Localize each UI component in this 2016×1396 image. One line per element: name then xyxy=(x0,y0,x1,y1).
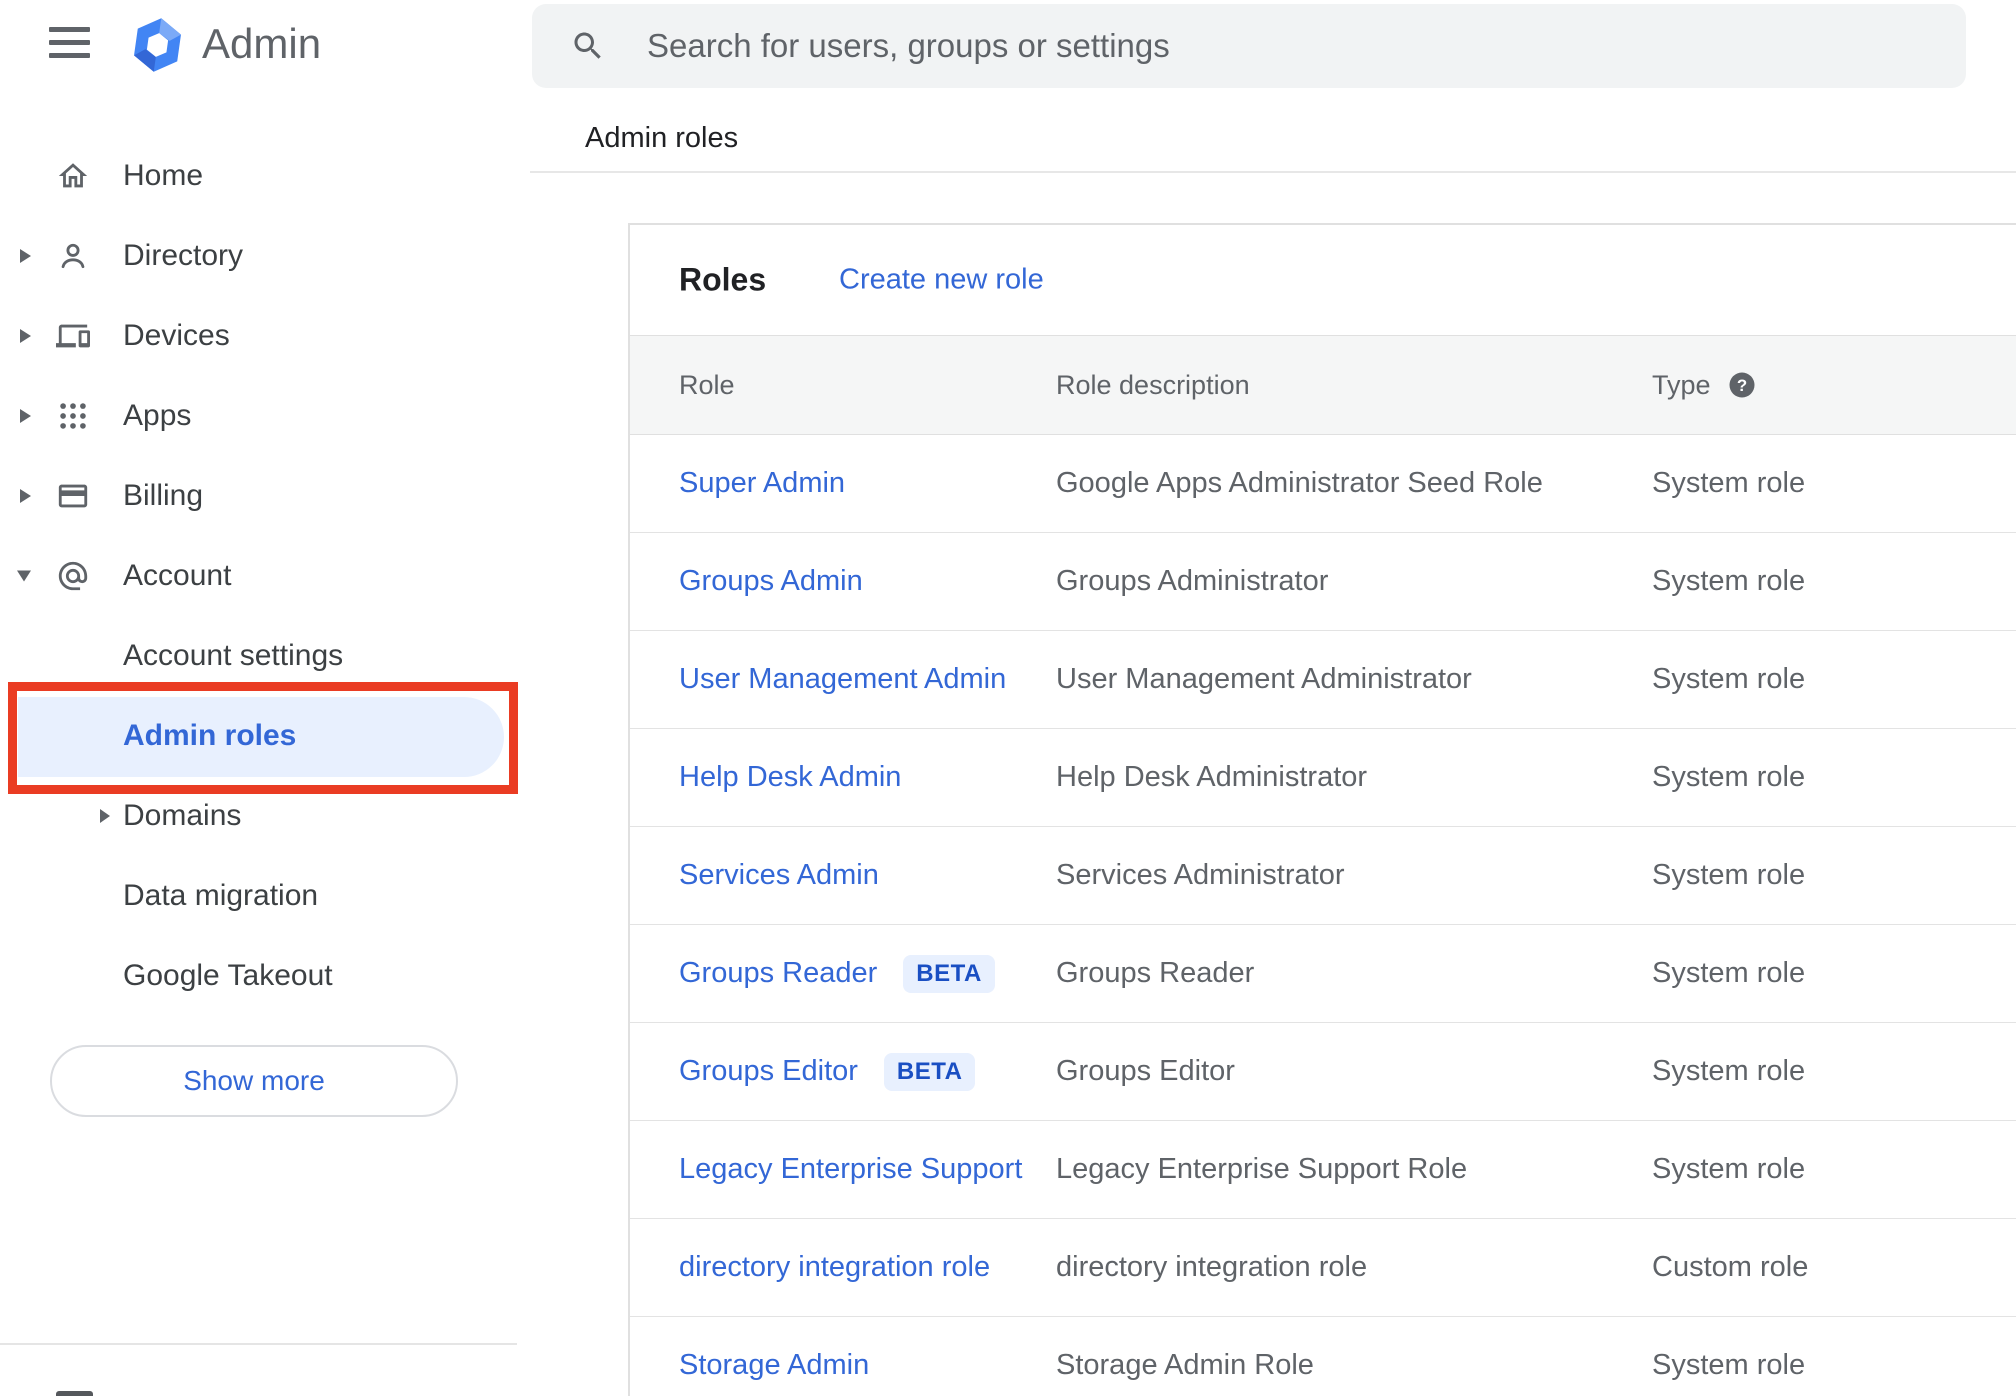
role-link[interactable]: Legacy Enterprise Support xyxy=(679,1153,1022,1186)
home-icon xyxy=(56,159,90,193)
sidebar-item-label: Domains xyxy=(123,799,242,832)
breadcrumb: Admin roles xyxy=(585,122,739,154)
person-icon xyxy=(56,239,90,273)
role-description: Help Desk Administrator xyxy=(1056,761,1368,793)
role-type: System role xyxy=(1652,1153,1806,1185)
table-header-row: Role Role description Type ? xyxy=(630,335,2016,435)
at-sign-icon xyxy=(56,559,90,593)
role-type: System role xyxy=(1652,565,1806,597)
sidebar-item-label: Account xyxy=(123,559,232,592)
table-body: Super Admin Google Apps Administrator Se… xyxy=(630,435,2016,1396)
table-row: Groups Editor BETA Groups Editor System … xyxy=(630,1023,2016,1121)
column-header-role-description: Role description xyxy=(1056,369,1250,400)
role-type: System role xyxy=(1652,859,1806,891)
content-divider xyxy=(530,171,2016,173)
table-row: Legacy Enterprise Support Legacy Enterpr… xyxy=(630,1121,2016,1219)
apps-grid-icon xyxy=(56,399,90,433)
sidebar-item-home[interactable]: Home xyxy=(0,136,517,216)
sidebar-item-devices[interactable]: Devices xyxy=(0,296,517,376)
expand-right-arrow-icon xyxy=(20,329,31,343)
card-header: Roles Create new role xyxy=(630,225,2016,335)
sidebar-item-account-settings[interactable]: Account settings xyxy=(0,616,517,696)
table-row: Groups Admin Groups Administrator System… xyxy=(630,533,2016,631)
role-type: System role xyxy=(1652,957,1806,989)
sidebar-divider xyxy=(0,1343,517,1345)
role-type: System role xyxy=(1652,467,1806,499)
role-description: Groups Administrator xyxy=(1056,565,1329,597)
create-new-role-link[interactable]: Create new role xyxy=(839,264,1044,297)
role-type: Custom role xyxy=(1652,1251,1809,1283)
help-icon[interactable]: ? xyxy=(1727,370,1757,400)
role-link[interactable]: Groups Editor xyxy=(679,1055,858,1088)
sidebar-item-data-migration[interactable]: Data migration xyxy=(0,856,517,936)
role-description: Groups Editor xyxy=(1056,1055,1235,1087)
beta-badge: BETA xyxy=(883,1052,976,1091)
roles-card: Roles Create new role Role Role descript… xyxy=(628,223,2016,1396)
role-type: System role xyxy=(1652,1055,1806,1087)
sidebar-item-label: Billing xyxy=(123,479,204,512)
sidebar: Admin Home Directory Devices Apps Billin… xyxy=(0,0,518,1396)
search-input[interactable] xyxy=(532,4,1966,88)
role-description: User Management Administrator xyxy=(1056,663,1472,695)
role-link[interactable]: Groups Admin xyxy=(679,565,863,598)
admin-logo-icon xyxy=(132,18,183,72)
sidebar-item-label: Admin roles xyxy=(123,719,297,752)
role-link[interactable]: Groups Reader xyxy=(679,957,877,990)
table-row: User Management Admin User Management Ad… xyxy=(630,631,2016,729)
table-row: Groups Reader BETA Groups Reader System … xyxy=(630,925,2016,1023)
role-link[interactable]: Super Admin xyxy=(679,467,845,500)
sidebar-item-label: Apps xyxy=(123,399,192,432)
role-type: System role xyxy=(1652,761,1806,793)
sidebar-item-account[interactable]: Account xyxy=(0,536,517,616)
sidebar-item-label: Home xyxy=(123,159,204,192)
table-row: Super Admin Google Apps Administrator Se… xyxy=(630,435,2016,533)
sidebar-item-label: Devices xyxy=(123,319,230,352)
search-bar[interactable] xyxy=(532,4,1966,88)
expand-right-arrow-icon xyxy=(20,249,31,263)
role-link[interactable]: directory integration role xyxy=(679,1251,990,1284)
column-header-role: Role xyxy=(679,369,735,400)
sidebar-item-label: Data migration xyxy=(123,879,319,912)
sidebar-item-label: Directory xyxy=(123,239,244,272)
collapse-down-arrow-icon xyxy=(17,570,31,582)
role-link[interactable]: Services Admin xyxy=(679,859,879,892)
sidebar-item-label: Google Takeout xyxy=(123,959,333,992)
sidebar-item-apps[interactable]: Apps xyxy=(0,376,517,456)
role-type: System role xyxy=(1652,1349,1806,1381)
sidebar-item-domains[interactable]: Domains xyxy=(0,776,517,856)
table-row: Help Desk Admin Help Desk Administrator … xyxy=(630,729,2016,827)
sidebar-nav: Home Directory Devices Apps Billing Acco… xyxy=(0,136,518,1016)
column-header-type: Type ? xyxy=(1652,370,2016,401)
expand-right-arrow-icon xyxy=(20,409,31,423)
devices-icon xyxy=(56,319,90,353)
sidebar-item-label: Account settings xyxy=(123,639,344,672)
menu-icon[interactable] xyxy=(49,27,90,58)
role-description: Google Apps Administrator Seed Role xyxy=(1056,467,1543,499)
role-type: System role xyxy=(1652,663,1806,695)
sidebar-item-billing[interactable]: Billing xyxy=(0,456,517,536)
table-row: Services Admin Services Administrator Sy… xyxy=(630,827,2016,925)
role-description: Storage Admin Role xyxy=(1056,1349,1314,1381)
role-description: directory integration role xyxy=(1056,1251,1368,1283)
role-description: Services Administrator xyxy=(1056,859,1345,891)
credit-card-icon xyxy=(56,479,90,513)
role-link[interactable]: Storage Admin xyxy=(679,1349,869,1382)
partial-footer-icon xyxy=(56,1391,93,1396)
expand-right-arrow-icon xyxy=(20,489,31,503)
sidebar-item-directory[interactable]: Directory xyxy=(0,216,517,296)
table-row: Storage Admin Storage Admin Role System … xyxy=(630,1317,2016,1396)
table-row: directory integration role directory int… xyxy=(630,1219,2016,1317)
sidebar-item-google-takeout[interactable]: Google Takeout xyxy=(0,936,517,1016)
role-link[interactable]: Help Desk Admin xyxy=(679,761,901,794)
role-link[interactable]: User Management Admin xyxy=(679,663,1006,696)
expand-right-arrow-icon xyxy=(100,809,110,823)
svg-text:?: ? xyxy=(1736,376,1746,395)
card-title: Roles xyxy=(679,261,767,298)
role-description: Legacy Enterprise Support Role xyxy=(1056,1153,1468,1185)
app-title: Admin xyxy=(202,20,322,67)
role-description: Groups Reader xyxy=(1056,957,1255,989)
sidebar-item-admin-roles[interactable]: Admin roles xyxy=(0,682,518,794)
beta-badge: BETA xyxy=(903,954,995,993)
show-more-button[interactable]: Show more xyxy=(50,1045,458,1117)
